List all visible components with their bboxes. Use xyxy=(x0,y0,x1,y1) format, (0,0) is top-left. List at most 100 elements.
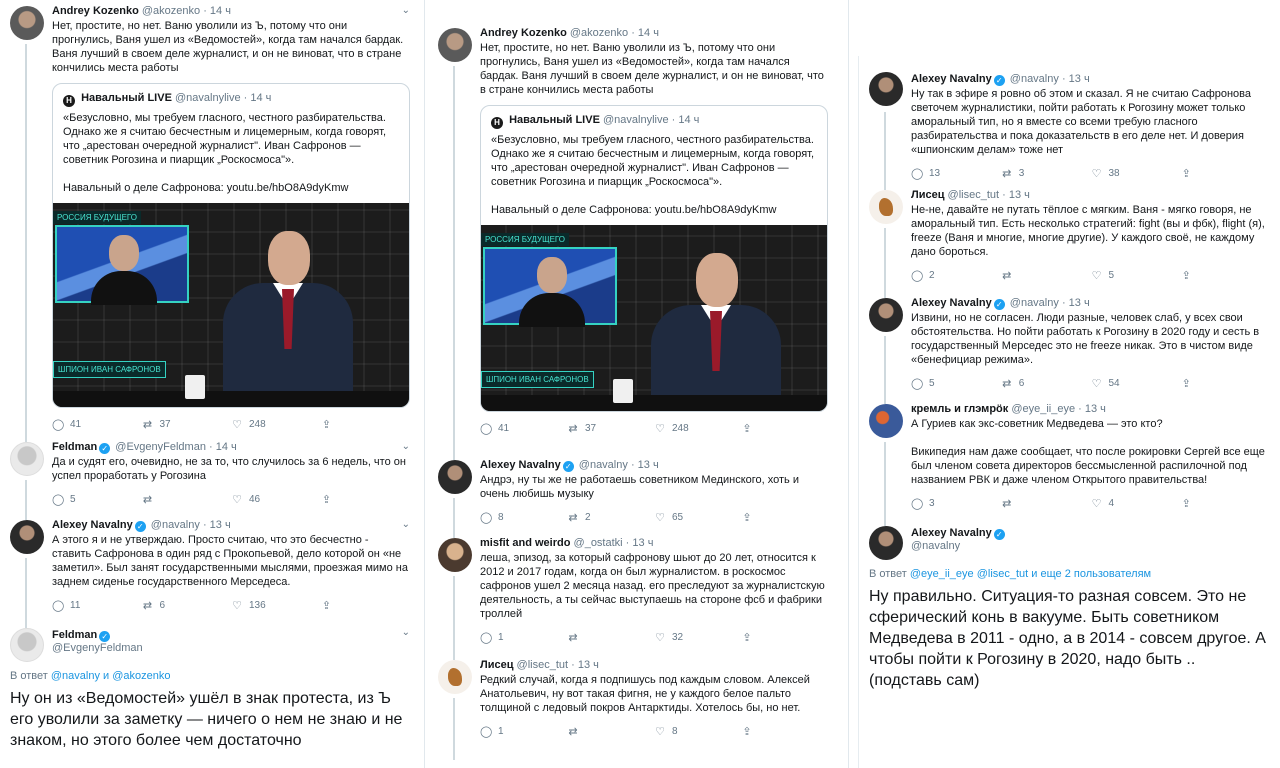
tweet[interactable]: Alexey Navalny ✓ @navalny · 13 ч Извини, … xyxy=(859,292,1280,404)
timestamp[interactable]: 13 ч xyxy=(210,519,231,531)
reply-button[interactable]: ◯ 5 xyxy=(911,377,1001,390)
reply-button[interactable]: ◯ 11 xyxy=(52,599,142,612)
video-thumbnail[interactable]: РОССИЯ БУДУЩЕГО ШПИОН ИВАН САФРОНОВ xyxy=(53,203,409,407)
like-button[interactable]: ♡ 46 xyxy=(231,493,321,506)
tweet[interactable]: Лисец @lisec_tut · 13 ч Редкий случай, к… xyxy=(428,654,838,760)
reply-button[interactable]: ◯ 8 xyxy=(480,511,567,524)
avatar[interactable] xyxy=(869,298,903,332)
timestamp[interactable]: 14 ч xyxy=(210,5,231,17)
share-button[interactable]: ⇪ xyxy=(741,631,828,644)
retweet-button[interactable]: ⇄ xyxy=(1001,269,1091,282)
avatar[interactable] xyxy=(10,6,44,40)
timestamp[interactable]: 13 ч xyxy=(578,659,599,671)
reply-button[interactable]: ◯ 1 xyxy=(480,631,567,644)
retweet-button[interactable]: ⇄ xyxy=(142,493,232,506)
retweet-button[interactable]: ⇄ xyxy=(567,631,654,644)
author-name[interactable]: Feldman xyxy=(52,441,97,453)
author-handle[interactable]: @navalny xyxy=(579,459,628,471)
retweet-button[interactable]: ⇄ 37 xyxy=(142,418,232,431)
tweet[interactable]: Alexey Navalny ✓ @navalny · 13 ч Ну так в… xyxy=(859,56,1280,190)
avatar[interactable] xyxy=(10,442,44,476)
author-name[interactable]: Alexey Navalny xyxy=(480,459,561,471)
author-name[interactable]: Лисец xyxy=(480,659,513,671)
author-name[interactable]: Andrey Kozenko xyxy=(52,5,139,17)
author-name[interactable]: Alexey Navalny xyxy=(911,297,992,309)
reply-button[interactable]: ◯ 13 xyxy=(911,167,1001,180)
reply-button[interactable]: ◯ 2 xyxy=(911,269,1001,282)
tweet[interactable]: Andrey Kozenko @akozenko · 14 ч ⌄ Нет, п… xyxy=(0,0,420,442)
share-button[interactable]: ⇪ xyxy=(321,493,411,506)
author-handle[interactable]: @navalny xyxy=(1010,73,1059,85)
reply-to-link[interactable]: @eye_ii_eye @lisec_tut и еще 2 пользоват… xyxy=(910,568,1151,580)
author-name[interactable]: Alexey Navalny xyxy=(911,73,992,85)
avatar[interactable] xyxy=(438,460,472,494)
retweet-button[interactable]: ⇄ 37 xyxy=(567,422,654,435)
tweet[interactable]: Alexey Navalny ✓ @navalny · 13 ч Андрэ, н… xyxy=(428,454,838,538)
author-handle[interactable]: @lisec_tut xyxy=(948,189,1000,201)
retweet-button[interactable]: ⇄ xyxy=(567,725,654,738)
tweet[interactable]: кремль и глэмрöк @eye_ii_eye · 13 ч А Гу… xyxy=(859,398,1280,526)
avatar[interactable] xyxy=(10,520,44,554)
reply-button[interactable]: ◯ 41 xyxy=(480,422,567,435)
reply-to-link[interactable]: @navalny и @akozenko xyxy=(51,670,171,682)
author-handle[interactable]: @akozenko xyxy=(142,5,200,17)
author-handle[interactable]: @lisec_tut xyxy=(517,659,569,671)
retweet-button[interactable]: ⇄ 3 xyxy=(1001,167,1091,180)
like-button[interactable]: ♡ 136 xyxy=(231,599,321,612)
author-name[interactable]: Лисец xyxy=(911,189,944,201)
timestamp[interactable]: 14 ч xyxy=(638,27,659,39)
author-handle[interactable]: @akozenko xyxy=(570,27,628,39)
chevron-down-icon[interactable]: ⌄ xyxy=(402,440,410,454)
video-thumbnail[interactable]: РОССИЯ БУДУЩЕГО ШПИОН ИВАН САФРОНОВ xyxy=(481,225,827,411)
timestamp[interactable]: 13 ч xyxy=(1085,403,1106,415)
author-handle[interactable]: @navalny xyxy=(1010,297,1059,309)
author-name[interactable]: Feldman xyxy=(52,629,97,641)
share-button[interactable]: ⇪ xyxy=(741,511,828,524)
avatar[interactable] xyxy=(869,72,903,106)
retweet-button[interactable]: ⇄ 2 xyxy=(567,511,654,524)
avatar[interactable] xyxy=(438,28,472,62)
like-button[interactable]: ♡ 54 xyxy=(1091,377,1181,390)
tweet[interactable]: Andrey Kozenko @akozenko · 14 ч Нет, про… xyxy=(428,22,838,460)
focused-tweet[interactable]: Feldman ✓ ⌄ @EvgenyFeldman xyxy=(0,622,420,666)
like-button[interactable]: ♡ 248 xyxy=(231,418,321,431)
author-handle[interactable]: @EvgenyFeldman xyxy=(52,642,410,654)
author-name[interactable]: Alexey Navalny xyxy=(52,519,133,531)
retweet-button[interactable]: ⇄ 6 xyxy=(142,599,232,612)
like-button[interactable]: ♡ 8 xyxy=(654,725,741,738)
author-name[interactable]: Andrey Kozenko xyxy=(480,27,567,39)
avatar[interactable] xyxy=(869,190,903,224)
share-button[interactable]: ⇪ xyxy=(321,418,411,431)
tweet[interactable]: Alexey Navalny ✓ @navalny · 13 ч ⌄ А этог… xyxy=(0,514,420,628)
author-handle[interactable]: @eye_ii_eye xyxy=(1011,403,1075,415)
share-button[interactable]: ⇪ xyxy=(1180,167,1270,180)
share-button[interactable]: ⇪ xyxy=(1180,497,1270,510)
reply-button[interactable]: ◯ 1 xyxy=(480,725,567,738)
quoted-tweet[interactable]: Н Навальный LIVE @navalnylive · 14 ч «Бе… xyxy=(52,83,410,408)
like-button[interactable]: ♡ 248 xyxy=(654,422,741,435)
timestamp[interactable]: 13 ч xyxy=(1069,297,1090,309)
share-button[interactable]: ⇪ xyxy=(741,422,828,435)
avatar[interactable] xyxy=(869,526,903,560)
author-handle[interactable]: @EvgenyFeldman xyxy=(115,441,206,453)
author-handle[interactable]: @navalny xyxy=(911,540,1270,552)
share-button[interactable]: ⇪ xyxy=(321,599,411,612)
like-button[interactable]: ♡ 4 xyxy=(1091,497,1181,510)
chevron-down-icon[interactable]: ⌄ xyxy=(402,4,410,18)
timestamp[interactable]: 13 ч xyxy=(1009,189,1030,201)
chevron-down-icon[interactable]: ⌄ xyxy=(402,626,410,640)
timestamp[interactable]: 13 ч xyxy=(1069,73,1090,85)
timestamp[interactable]: 13 ч xyxy=(638,459,659,471)
avatar[interactable] xyxy=(10,628,44,662)
timestamp[interactable]: 13 ч xyxy=(632,537,653,549)
like-button[interactable]: ♡ 38 xyxy=(1091,167,1181,180)
focused-tweet[interactable]: Alexey Navalny ✓ @navalny xyxy=(859,520,1280,564)
retweet-button[interactable]: ⇄ xyxy=(1001,497,1091,510)
like-button[interactable]: ♡ 32 xyxy=(654,631,741,644)
reply-button[interactable]: ◯ 41 xyxy=(52,418,142,431)
avatar[interactable] xyxy=(869,404,903,438)
tweet[interactable]: Feldman ✓ @EvgenyFeldman · 14 ч ⌄ Да и су… xyxy=(0,436,420,520)
tweet[interactable]: Лисец @lisec_tut · 13 ч Не-не, давайте н… xyxy=(859,184,1280,298)
like-button[interactable]: ♡ 5 xyxy=(1091,269,1181,282)
like-button[interactable]: ♡ 65 xyxy=(654,511,741,524)
